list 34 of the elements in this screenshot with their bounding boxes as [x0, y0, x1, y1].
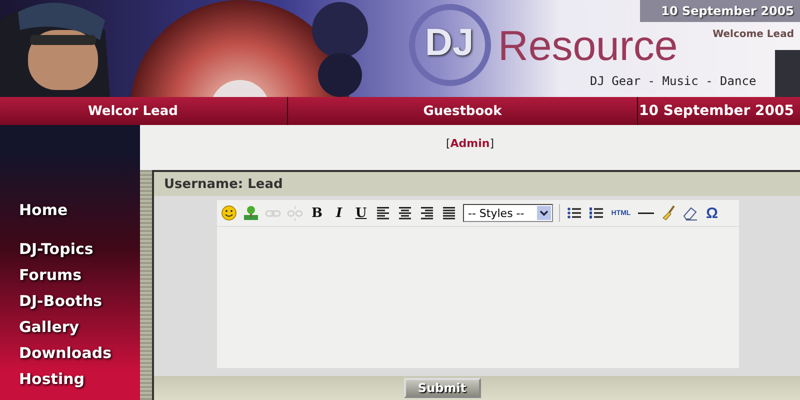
bracket-text: [	[446, 137, 450, 150]
italic-button[interactable]: I	[331, 206, 347, 220]
panel-title: Username: Lead	[164, 176, 283, 192]
logo-text: Resource	[498, 22, 678, 70]
bold-button[interactable]: B	[309, 206, 325, 220]
bracket-text: ]	[490, 137, 494, 150]
underline-button[interactable]: U	[353, 206, 369, 220]
date-text: 10 September 2005	[639, 103, 794, 119]
omega-button[interactable]: Ω	[704, 204, 720, 222]
align-right-icon[interactable]	[419, 205, 435, 221]
brush-icon[interactable]	[660, 205, 676, 221]
sidebar-link[interactable]: DJ-Booths	[19, 288, 140, 314]
admin-link[interactable]: Admin	[450, 137, 490, 150]
sidebar-link[interactable]: Forums	[19, 262, 140, 288]
welcome-text: Welcor Lead	[88, 104, 178, 118]
sidebar-link[interactable]: Home	[19, 197, 140, 223]
bullet-list-icon[interactable]	[566, 205, 582, 221]
tree-image-icon[interactable]	[243, 205, 259, 221]
eraser-icon[interactable]	[682, 205, 698, 221]
smiley-icon[interactable]	[221, 205, 237, 221]
numbered-list-icon[interactable]	[588, 205, 604, 221]
align-center-icon[interactable]	[397, 205, 413, 221]
banner-date: 10 September 2005	[661, 4, 794, 18]
logo-text: DJ	[425, 22, 474, 65]
tagline: DJ Gear - Music - Dance	[590, 74, 756, 88]
welcome-text: Welcome Lead	[712, 29, 794, 40]
page-title: Guestbook	[423, 104, 502, 118]
sidebar-link[interactable]: DJ-Topics	[19, 236, 140, 262]
justify-icon[interactable]	[441, 205, 457, 221]
styles-select[interactable]: -- Styles --	[463, 204, 553, 222]
sidebar-link[interactable]: Hosting	[19, 366, 140, 392]
sidebar-link[interactable]: Gallery	[19, 314, 140, 340]
sidebar-link[interactable]: Downloads	[19, 340, 140, 366]
align-left-icon[interactable]	[375, 205, 391, 221]
